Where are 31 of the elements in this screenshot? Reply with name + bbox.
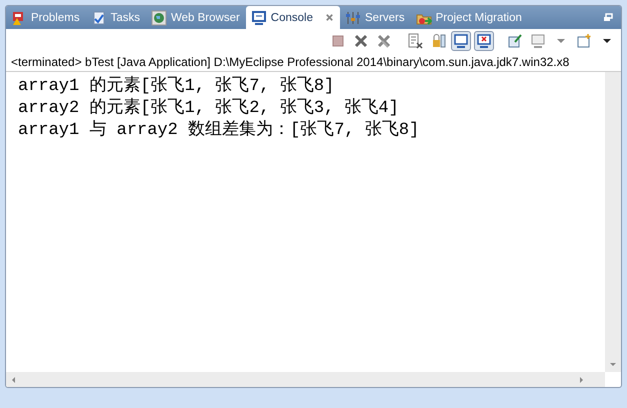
- scroll-right-icon[interactable]: [577, 376, 585, 384]
- restore-icon[interactable]: [603, 12, 613, 22]
- horizontal-scrollbar[interactable]: [6, 372, 605, 387]
- console-output-line: array1 与 array2 数组差集为：[张飞7, 张飞8]: [18, 120, 420, 142]
- tab[interactable]: Console: [246, 6, 340, 29]
- document-icon: [407, 33, 423, 49]
- console-output-line: array2 的元素[张飞1, 张飞2, 张飞3, 张飞4]: [18, 98, 400, 120]
- console-output-line: array1 的元素[张飞1, 张飞7, 张飞8]: [18, 76, 336, 98]
- display-icon: [530, 33, 546, 49]
- tab[interactable]: Problems: [6, 6, 86, 29]
- tab[interactable]: Tasks: [86, 6, 146, 29]
- tasks-icon: [90, 10, 107, 26]
- vertical-scrollbar[interactable]: [605, 72, 621, 372]
- console-button[interactable]: [451, 31, 471, 51]
- stop-icon: [330, 33, 346, 49]
- lock-icon: [430, 33, 446, 49]
- console-error-button[interactable]: [474, 31, 494, 51]
- console-icon: [453, 33, 469, 49]
- console-error-icon: [476, 33, 492, 49]
- remove-all-icon: [376, 33, 392, 49]
- globe-icon: [150, 10, 167, 26]
- console-icon: [250, 10, 267, 26]
- tab[interactable]: Web Browser: [146, 6, 246, 29]
- new-console-icon: [576, 33, 592, 49]
- scroll-left-icon[interactable]: [10, 376, 18, 384]
- tab[interactable]: Project Migration: [410, 6, 528, 29]
- remove-icon: [353, 33, 369, 49]
- scroll-down-icon[interactable]: [609, 360, 617, 368]
- tab[interactable]: Servers: [340, 6, 411, 29]
- close-icon[interactable]: [325, 13, 334, 22]
- process-label: <terminated> bTest [Java Application] D:\MyEclipse Professional 2014\binary\com.sun.java.jdk7.win32.x8: [6, 53, 621, 72]
